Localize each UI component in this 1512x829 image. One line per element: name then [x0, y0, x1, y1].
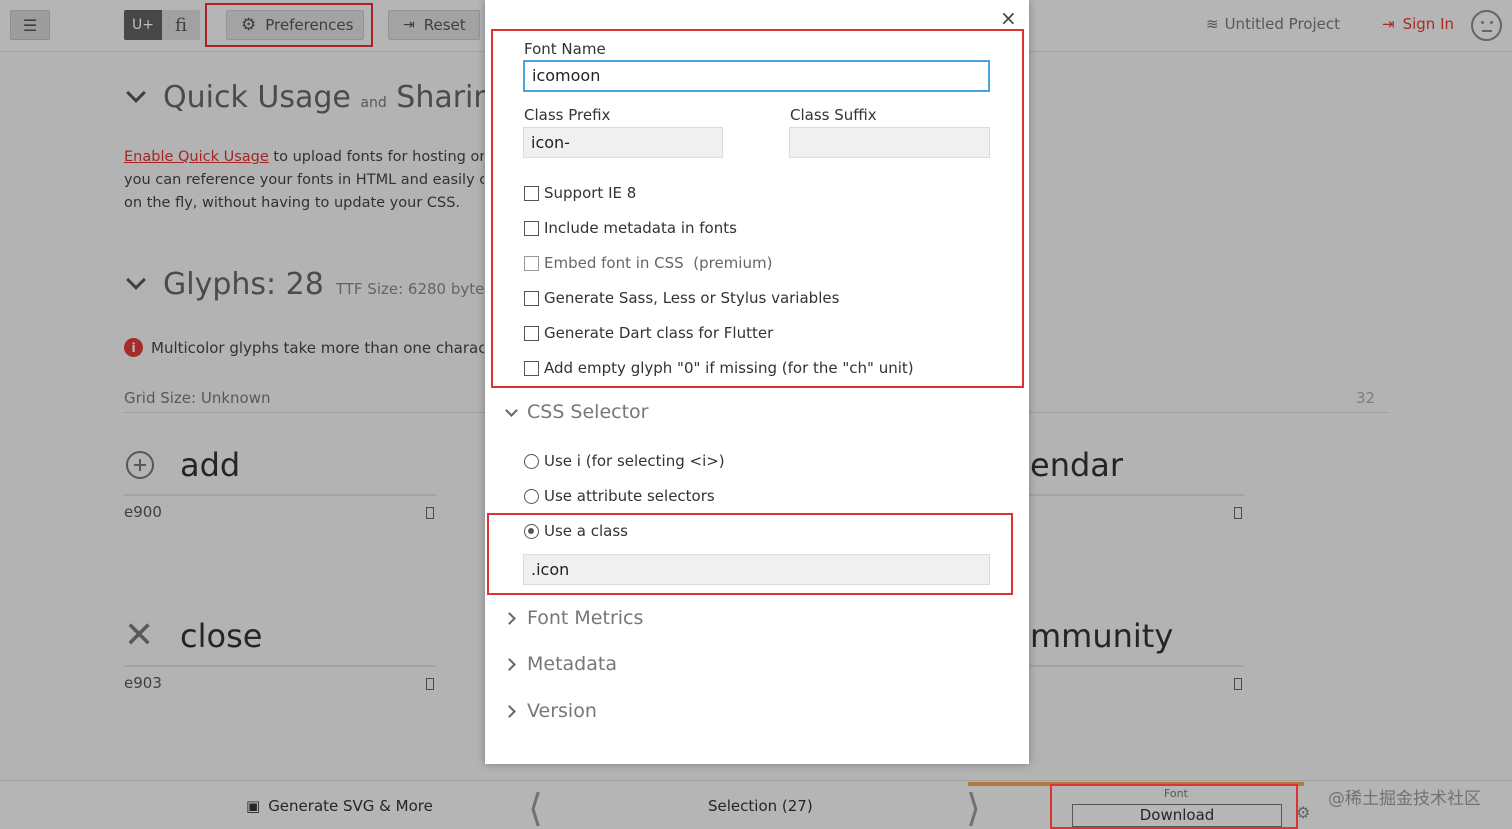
version-section-toggle[interactable]: Version [503, 700, 597, 722]
font-settings-highlight [491, 29, 1024, 388]
metadata-section-toggle[interactable]: Metadata [503, 653, 617, 675]
version-title: Version [527, 700, 597, 722]
chevron-right-icon [503, 704, 516, 718]
css-selector-section-toggle[interactable]: CSS Selector [505, 401, 648, 423]
font-metrics-title: Font Metrics [527, 607, 644, 629]
use-attribute-selectors-radio[interactable]: Use attribute selectors [524, 487, 715, 505]
font-metrics-section-toggle[interactable]: Font Metrics [503, 607, 644, 629]
css-selector-title: CSS Selector [527, 401, 649, 423]
download-highlight [1050, 784, 1298, 829]
close-icon[interactable]: × [1000, 6, 1017, 30]
metadata-title: Metadata [527, 653, 617, 675]
use-class-highlight [487, 513, 1013, 595]
chevron-down-icon [505, 403, 518, 417]
chevron-right-icon [503, 657, 516, 671]
use-i-radio[interactable]: Use i (for selecting <i>) [524, 452, 725, 470]
radio-button[interactable] [524, 488, 539, 504]
radio-button[interactable] [524, 453, 539, 469]
chevron-right-icon [503, 611, 516, 625]
